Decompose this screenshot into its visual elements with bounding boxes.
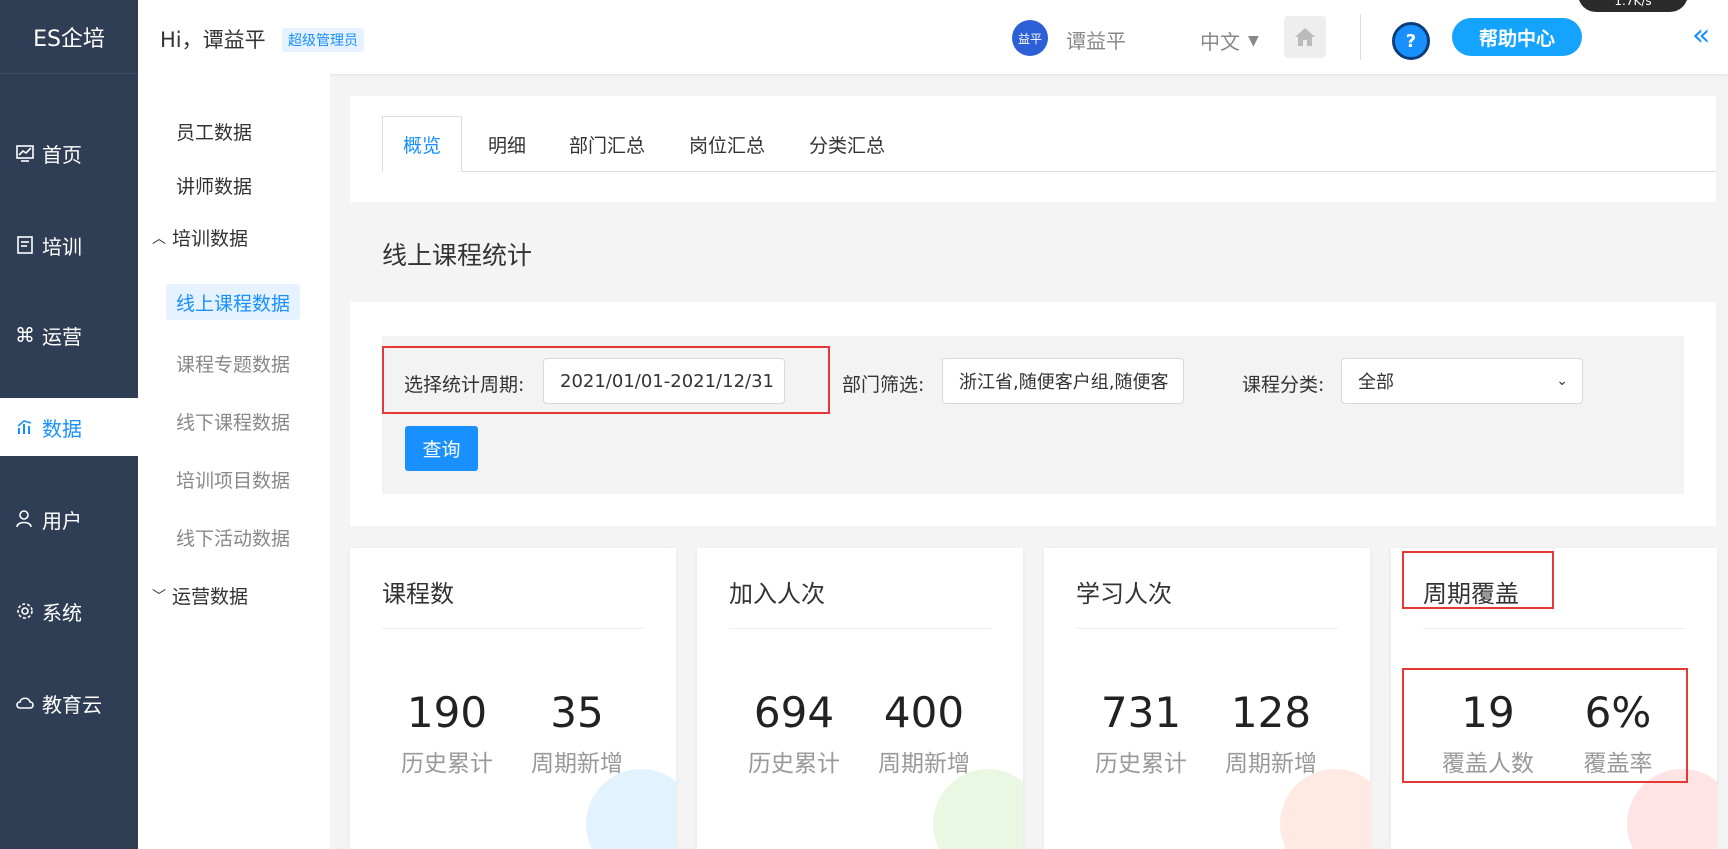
subnav-item-lecturer-data[interactable]: 讲师数据 (176, 172, 252, 199)
nav-item-home[interactable]: 首页 (0, 124, 138, 182)
subnav-group-label: 培训数据 (172, 228, 249, 250)
bar-chart-icon (14, 416, 36, 438)
stat-card-courses: 课程数 190 历史累计 35 周期新增 (350, 548, 676, 849)
dept-label: 部门筛选: (842, 374, 925, 396)
period-date-range-input[interactable]: 2021/01/01-2021/12/31 (543, 358, 785, 404)
divider (1423, 628, 1685, 629)
stat-value-total: 731 (1100, 688, 1182, 737)
nav-item-operations[interactable]: ⌘ 运营 (0, 306, 138, 364)
network-speed-widget: 1.7K/s (1578, 0, 1688, 12)
subnav-group-training-data[interactable]: ︿ 培训数据 (152, 224, 248, 251)
brand-logo[interactable]: ES企培 (0, 0, 138, 74)
tab-category-summary[interactable]: 分类汇总 (792, 116, 902, 172)
top-bar: Hi，谭益平 超级管理员 益平 谭益平 中文 ▼ ? 帮助中心 1.7K/s « (138, 0, 1728, 74)
user-icon (14, 508, 36, 530)
subnav-item-offline-course-data[interactable]: 线下课程数据 (176, 408, 290, 435)
stat-title: 加入人次 (729, 580, 825, 608)
stat-label-total: 历史累计 (401, 751, 493, 777)
greeting-text: Hi，谭益平 (160, 28, 266, 52)
avatar[interactable]: 益平 (1012, 20, 1048, 56)
nav-label: 首页 (42, 142, 82, 167)
stat-label-total: 历史累计 (748, 751, 840, 777)
highlight-box-coverage-title (1402, 551, 1554, 609)
period-value: 2021/01/01-2021/12/31 (560, 370, 774, 392)
left-nav: ES企培 首页 培训 ⌘ 运营 数据 用户 系统 教育云 (0, 0, 138, 849)
stat-label-total: 历史累计 (1095, 751, 1187, 777)
stat-value-total: 190 (406, 688, 488, 737)
stat-title: 学习人次 (1076, 580, 1172, 608)
query-button[interactable]: 查询 (405, 426, 478, 471)
nav-item-users[interactable]: 用户 (0, 490, 138, 548)
category-value: 全部 (1358, 372, 1394, 393)
users-icon (933, 769, 1023, 849)
divider (382, 628, 644, 629)
nav-label: 用户 (42, 508, 82, 533)
dept-value: 浙江省,随便客户组,随便客 (959, 372, 1169, 393)
role-badge: 超级管理员 (282, 28, 364, 52)
tabs-card: 概览 明细 部门汇总 岗位汇总 分类汇总 (350, 96, 1716, 202)
subnav-item-online-course-data[interactable]: 线上课程数据 (166, 284, 300, 320)
page-title: 线上课程统计 (382, 241, 533, 270)
nav-item-edu-cloud[interactable]: 教育云 (0, 674, 138, 732)
language-select[interactable]: 中文 ▼ (1200, 26, 1259, 55)
subnav-item-training-project-data[interactable]: 培训项目数据 (176, 466, 290, 493)
users-icon (1280, 769, 1370, 849)
divider (1360, 14, 1361, 60)
chevron-down-icon: ⌄ (1556, 373, 1568, 389)
nav-item-training[interactable]: 培训 (0, 216, 138, 274)
tab-overview[interactable]: 概览 (382, 116, 462, 172)
period-label: 选择统计周期: (404, 374, 525, 396)
stat-value-period: 128 (1230, 688, 1312, 737)
tab-detail[interactable]: 明细 (472, 116, 542, 172)
command-icon: ⌘ (15, 323, 35, 347)
stat-card-learners: 学习人次 731 历史累计 128 周期新增 (1044, 548, 1370, 849)
caret-down-icon: ▼ (1248, 32, 1259, 49)
nav-label: 系统 (42, 600, 82, 625)
divider (729, 628, 991, 629)
nav-label: 运营 (42, 324, 82, 349)
tab-position-summary[interactable]: 岗位汇总 (672, 116, 782, 172)
nav-label: 教育云 (42, 692, 102, 717)
stat-title: 课程数 (382, 580, 454, 608)
category-label: 课程分类: (1242, 374, 1325, 396)
subnav-item-offline-activity-data[interactable]: 线下活动数据 (176, 524, 290, 551)
home-button[interactable] (1284, 16, 1326, 58)
subnav-group-label: 运营数据 (172, 586, 249, 608)
tab-dept-summary[interactable]: 部门汇总 (552, 116, 662, 172)
stat-value-period: 35 (550, 688, 604, 737)
nav-item-system[interactable]: 系统 (0, 582, 138, 640)
stat-card-joins: 加入人次 694 历史累计 400 周期新增 (697, 548, 1023, 849)
sub-nav: 员工数据 讲师数据 ︿ 培训数据 线上课程数据 课程专题数据 线下课程数据 培训… (138, 74, 330, 849)
gear-icon (14, 600, 36, 622)
language-label: 中文 (1200, 30, 1240, 54)
subnav-item-course-topic-data[interactable]: 课程专题数据 (176, 350, 290, 377)
help-center-button[interactable]: 帮助中心 (1452, 18, 1582, 56)
dept-filter-input[interactable]: 浙江省,随便客户组,随便客 (942, 358, 1184, 404)
chevron-up-icon: ︿ (152, 230, 166, 247)
stat-value-period: 400 (883, 688, 965, 737)
highlight-box-coverage-values (1402, 668, 1688, 783)
username[interactable]: 谭益平 (1066, 25, 1126, 54)
book-icon (14, 234, 36, 256)
subnav-item-employee-data[interactable]: 员工数据 (176, 118, 252, 145)
nav-item-data[interactable]: 数据 (0, 398, 138, 456)
divider (1076, 628, 1338, 629)
help-question-icon[interactable]: ? (1392, 22, 1430, 60)
category-select[interactable]: 全部 ⌄ (1341, 358, 1583, 404)
nav-label: 培训 (42, 234, 82, 259)
home-icon (1295, 28, 1315, 46)
chart-monitor-icon (14, 142, 36, 164)
chevron-down-icon: ﹀ (152, 588, 166, 605)
cloud-icon (14, 692, 36, 714)
collapse-icon[interactable]: « (1692, 18, 1710, 53)
subnav-group-ops-data[interactable]: ﹀ 运营数据 (152, 582, 248, 609)
layers-icon (586, 769, 676, 849)
nav-label: 数据 (42, 416, 82, 441)
stat-value-total: 694 (753, 688, 835, 737)
